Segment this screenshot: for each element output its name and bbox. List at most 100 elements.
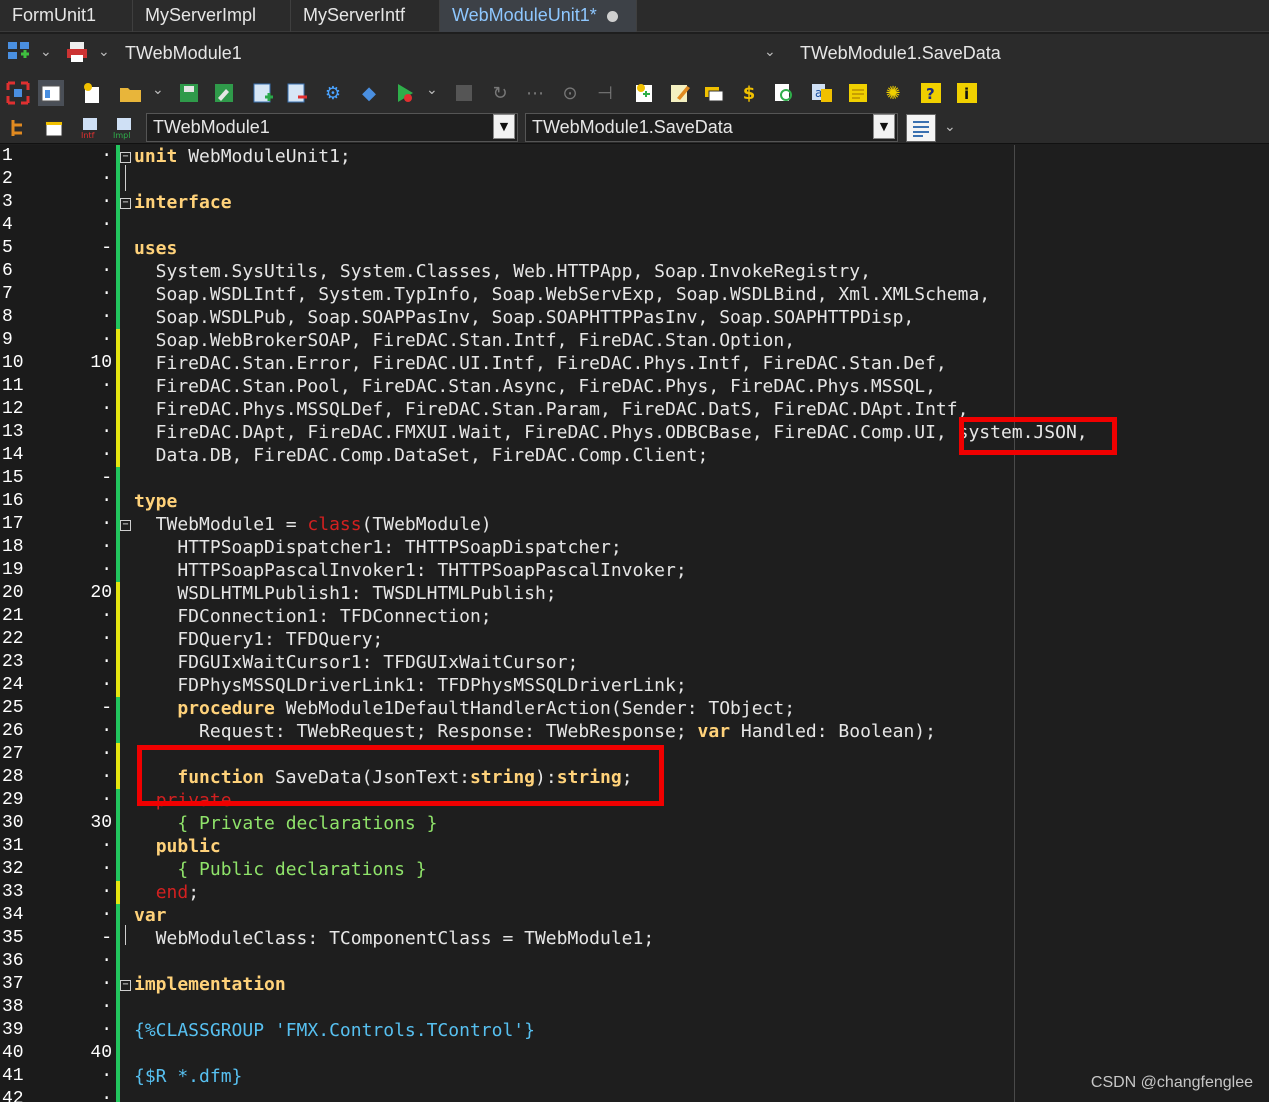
code-line[interactable]: 39 · {%CLASSGROUP 'FMX.Controls.TControl'} (0, 1019, 1269, 1042)
fullscreen-icon[interactable] (5, 80, 31, 106)
remove-file-icon[interactable] (284, 80, 310, 106)
chevron-down-icon[interactable]: ⌄ (98, 44, 110, 60)
run-icon[interactable] (392, 80, 418, 106)
chevron-down-icon[interactable]: ⌄ (426, 82, 438, 98)
code-text: FDQuery1: TFDQuery; (134, 629, 384, 650)
run-to-cursor-icon[interactable]: ⊣ (592, 80, 618, 106)
code-line[interactable]: 16 · type (0, 490, 1269, 513)
code-line[interactable]: 22 · FDQuery1: TFDQuery; (0, 628, 1269, 651)
gutter-marker: · (101, 675, 112, 695)
method-combo-dropdown-icon[interactable]: ▼ (873, 114, 895, 139)
tab-label: FormUnit1 (12, 5, 97, 25)
fold-toggle-icon[interactable]: − (120, 198, 131, 209)
list-view-icon[interactable] (906, 114, 936, 142)
code-line[interactable]: 19 · HTTPSoapPascalInvoker1: THTTPSoapPas… (0, 559, 1269, 582)
edit-icon[interactable] (667, 80, 693, 106)
code-line[interactable]: 17 · TWebModule1 = class(TWebModule) (0, 513, 1269, 536)
code-line[interactable]: 30 30 { Private declarations } (0, 812, 1269, 835)
method-combo[interactable]: TWebModule1.SaveData (525, 113, 898, 142)
code-line[interactable]: 24 · FDPhysMSSQLDriverLink1: TFDPhysMSSQL… (0, 674, 1269, 697)
main-toolbar: ⌄ ⚙ ◆ ⌄ ↻ ⋯ ⊙ ⊣ $ a ✺ ? i (0, 74, 1269, 112)
class-combo-dropdown-icon[interactable]: ▼ (493, 114, 515, 139)
code-line[interactable]: 34 · var (0, 904, 1269, 927)
fold-toggle-icon[interactable]: − (120, 520, 131, 531)
code-line[interactable]: 5 - uses (0, 237, 1269, 260)
code-line[interactable]: 6 · System.SysUtils, System.Classes, Web.… (0, 260, 1269, 283)
open-folder-icon[interactable] (118, 80, 144, 106)
code-line[interactable]: 1 · unit WebModuleUnit1; (0, 145, 1269, 168)
find-icon[interactable] (771, 80, 797, 106)
implementation-sync-icon[interactable]: Impl (112, 115, 138, 141)
unsaved-indicator-icon[interactable] (606, 10, 618, 22)
chevron-down-icon[interactable]: ⌄ (944, 119, 956, 135)
code-line[interactable]: 9 · Soap.WebBrokerSOAP, FireDAC.Stan.Intf… (0, 329, 1269, 352)
save-icon[interactable] (176, 80, 202, 106)
save-all-icon[interactable] (211, 80, 237, 106)
class-navigator-label[interactable]: TWebModule1 (125, 43, 242, 64)
class-combo[interactable]: TWebModule1 (146, 113, 518, 142)
add-file-icon[interactable] (250, 80, 276, 106)
copy-icon[interactable] (701, 80, 727, 106)
dollar-icon[interactable]: $ (736, 80, 762, 106)
tab-myserverimpl[interactable]: MyServerImpl (133, 0, 291, 32)
hierarchy-icon[interactable] (6, 115, 32, 141)
gutter-marker: · (101, 767, 112, 787)
code-line[interactable]: 7 · Soap.WSDLIntf, System.TypInfo, Soap.W… (0, 283, 1269, 306)
code-line[interactable]: 23 · FDGUIxWaitCursor1: TFDGUIxWaitCursor… (0, 651, 1269, 674)
code-line[interactable]: 42 · (0, 1088, 1269, 1102)
deploy-icon[interactable]: ◆ (356, 80, 382, 106)
options-icon[interactable]: ⚙ (320, 80, 346, 106)
code-line[interactable]: 21 · FDConnection1: TFDConnection; (0, 605, 1269, 628)
code-line[interactable]: 4 · (0, 214, 1269, 237)
notes-icon[interactable] (845, 80, 871, 106)
fold-toggle-icon[interactable]: − (120, 980, 131, 991)
code-text: public (155, 836, 221, 857)
trace-into-icon[interactable]: ⋯ (522, 80, 548, 106)
window-icon[interactable] (42, 115, 68, 141)
gear-icon[interactable]: ✺ (880, 80, 906, 106)
translate-icon[interactable]: a (809, 80, 835, 106)
form-icon[interactable] (38, 80, 64, 106)
navigation-bar: ⌄ ⌄ TWebModule1 ⌄ TWebModule1.SaveData (0, 34, 1269, 74)
tab-formunit1[interactable]: FormUnit1 (0, 0, 133, 32)
help-icon[interactable]: ? (918, 80, 944, 106)
new-unit-icon[interactable] (631, 80, 657, 106)
code-line[interactable]: 37 · implementation (0, 973, 1269, 996)
printer-icon[interactable] (64, 39, 90, 65)
code-line[interactable]: 3 · interface (0, 191, 1269, 214)
code-line[interactable]: 38 · (0, 996, 1269, 1019)
interface-sync-icon[interactable]: Intf (78, 115, 104, 141)
info-icon[interactable]: i (954, 80, 980, 106)
code-editor[interactable]: 1 · unit WebModuleUnit1; 2 · 3 · interface 4 · 5- u… (0, 145, 1269, 1102)
method-navigator-label[interactable]: TWebModule1.SaveData (800, 43, 1001, 64)
stop-icon[interactable] (451, 80, 477, 106)
code-line[interactable]: 33 · end; (0, 881, 1269, 904)
code-line[interactable]: 36 · (0, 950, 1269, 973)
structure-view-icon[interactable] (6, 39, 32, 65)
chevron-down-icon[interactable]: ⌄ (764, 44, 776, 60)
tab-webmoduleunit1[interactable]: WebModuleUnit1* (440, 0, 637, 32)
chevron-down-icon[interactable]: ⌄ (40, 44, 52, 60)
code-line[interactable]: 2 · (0, 168, 1269, 191)
pause-icon[interactable]: ⊙ (557, 80, 583, 106)
code-line[interactable]: 25 - procedure WebModule1DefaultHandlerAc… (0, 697, 1269, 720)
fold-toggle-icon[interactable]: − (120, 152, 131, 163)
code-line[interactable]: 18 · HTTPSoapDispatcher1: THTTPSoapDispat… (0, 536, 1269, 559)
code-line[interactable]: 10 10 FireDAC.Stan.Error, FireDAC.UI.Intf… (0, 352, 1269, 375)
code-line[interactable]: 32 · { Public declarations } (0, 858, 1269, 881)
tab-myserverintf[interactable]: MyServerIntf (291, 0, 440, 32)
code-line[interactable]: 11 · FireDAC.Stan.Pool, FireDAC.Stan.Asyn… (0, 375, 1269, 398)
chevron-down-icon[interactable]: ⌄ (152, 82, 164, 98)
code-line[interactable]: 41 · {$R *.dfm} (0, 1065, 1269, 1088)
code-line[interactable]: 20 20 WSDLHTMLPublish1: TWSDLHTMLPublish; (0, 582, 1269, 605)
new-item-icon[interactable] (79, 80, 105, 106)
code-line[interactable]: 26 · Request: TWebRequest; Response: TWeb… (0, 720, 1269, 743)
gutter-marker: - (101, 238, 112, 258)
step-over-icon[interactable]: ↻ (487, 80, 513, 106)
code-line[interactable]: 35 - WebModuleClass: TComponentClass = TW… (0, 927, 1269, 950)
code-line[interactable]: 8 · Soap.WSDLPub, Soap.SOAPPasInv, Soap.S… (0, 306, 1269, 329)
code-line[interactable]: 15 - (0, 467, 1269, 490)
line-number: 22 (2, 629, 24, 649)
code-line[interactable]: 31 · public (0, 835, 1269, 858)
code-line[interactable]: 40 40 (0, 1042, 1269, 1065)
